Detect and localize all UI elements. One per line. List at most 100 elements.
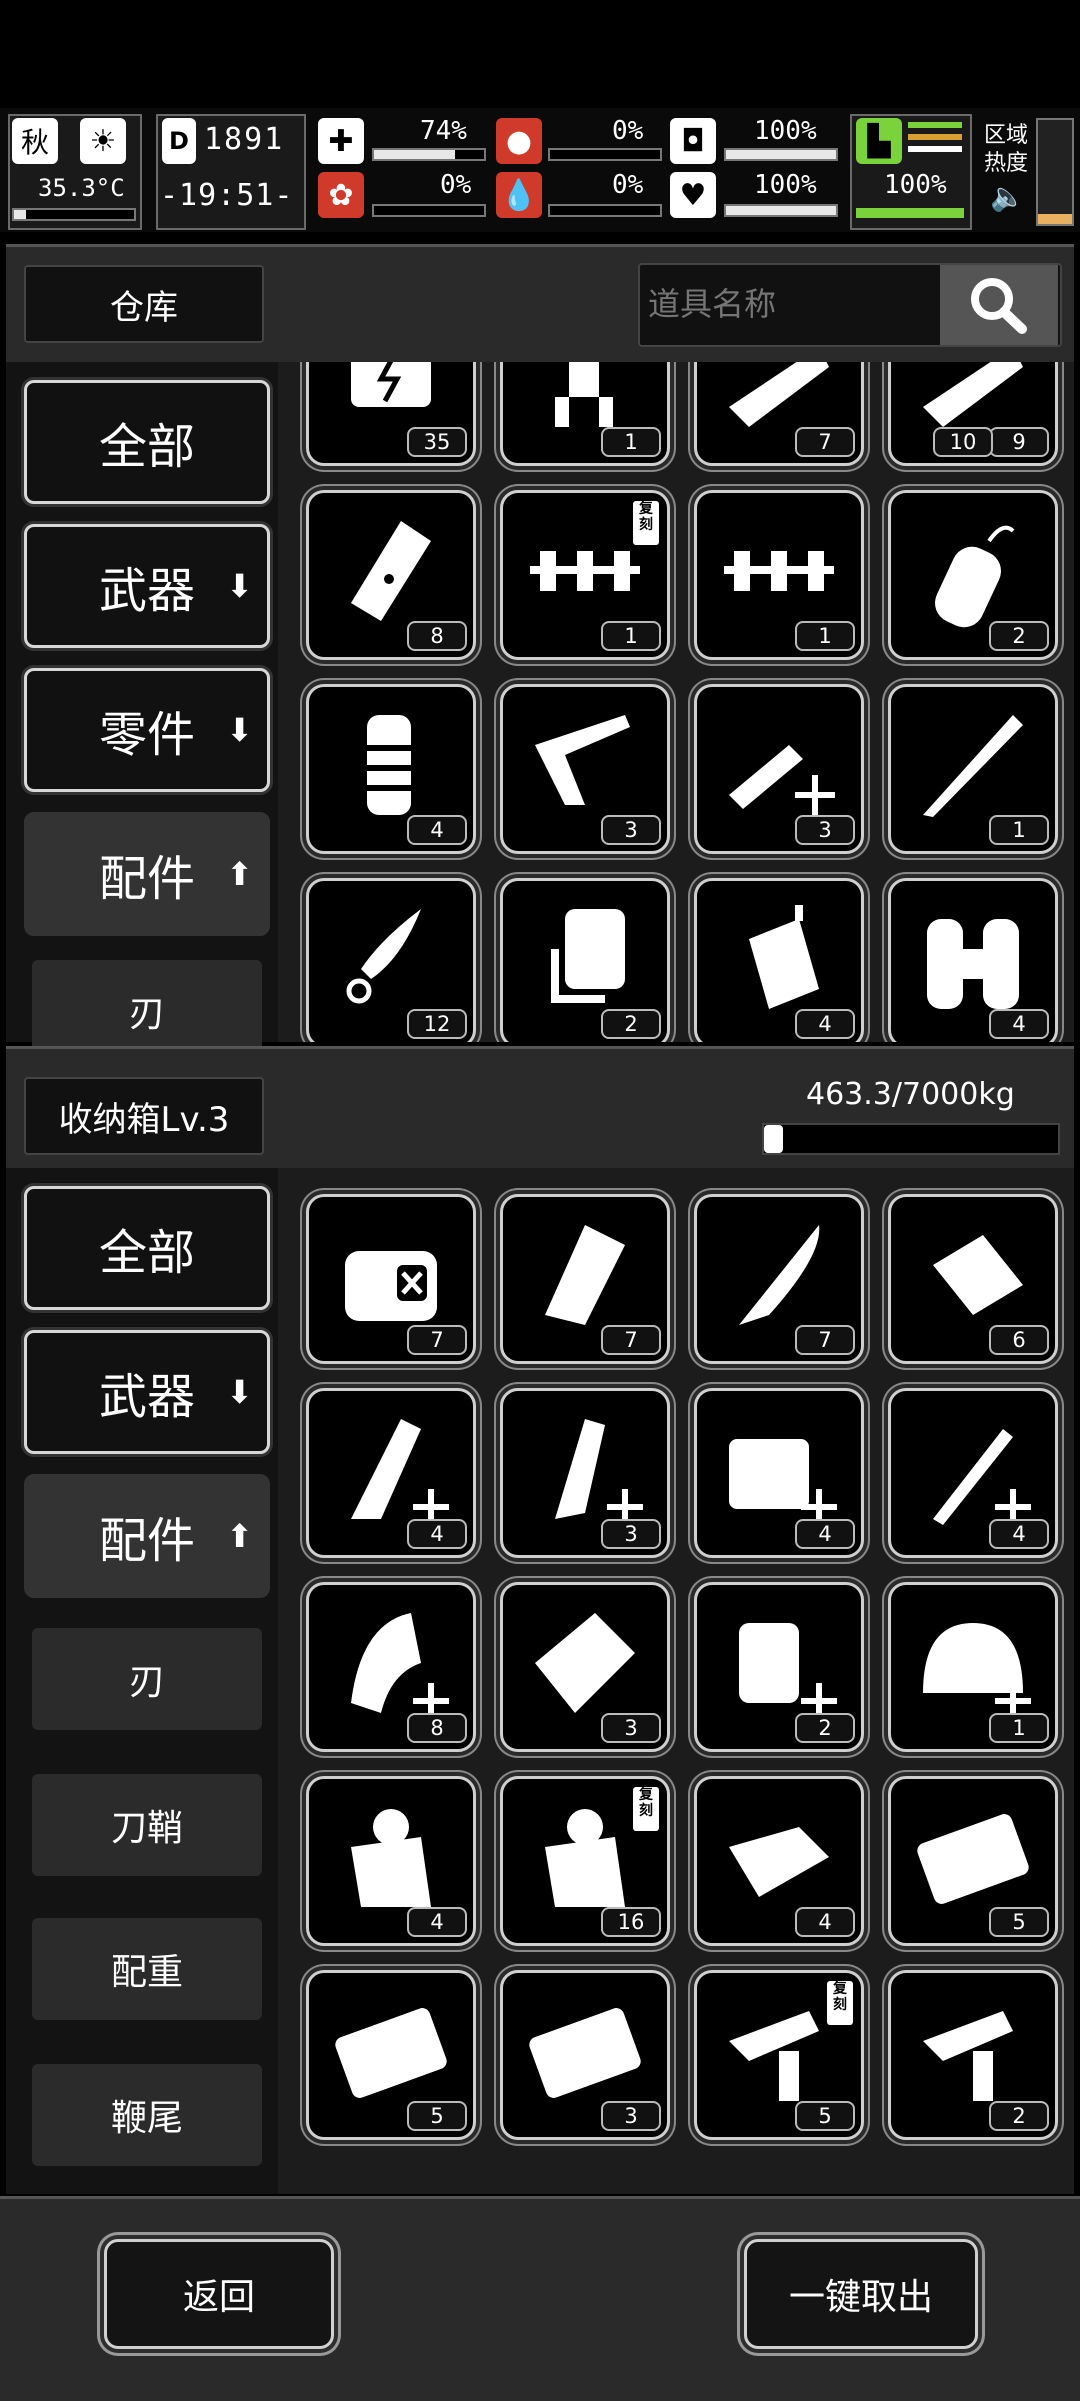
item-slot[interactable]: 7: [694, 362, 864, 466]
bullet-belt-icon: [724, 551, 834, 591]
item-count: 1: [989, 1713, 1049, 1743]
light-tube-icon: [351, 521, 431, 621]
arrow-down-icon: ⬇: [226, 711, 253, 749]
box-icon: [933, 1235, 1023, 1315]
spear-tip-icon: [346, 909, 421, 1004]
storage-sidebar: 全部 武器 ⬇ 配件 ⬆ 刃 刀鞘 配重 鞭尾: [6, 1168, 278, 2194]
item-count: 7: [601, 1325, 661, 1355]
arrow-up-icon: ⬆: [226, 1517, 253, 1555]
back-button[interactable]: 返回: [104, 2239, 334, 2349]
item-count: 7: [407, 1325, 467, 1355]
replica-badge: 复刻: [633, 1787, 659, 1831]
blade-part-icon: [729, 362, 829, 427]
item-slot[interactable]: 4: [306, 684, 476, 854]
search-bar[interactable]: [638, 263, 1062, 347]
item-slot[interactable]: 2: [500, 878, 670, 1042]
stock-icon: [535, 715, 630, 805]
subcategory-whip-tail[interactable]: 鞭尾: [32, 2064, 262, 2166]
item-slot[interactable]: 4: [694, 1388, 864, 1558]
item-slot[interactable]: 3: [500, 1388, 670, 1558]
item-count-secondary: 10: [933, 427, 993, 457]
item-slot[interactable]: 5: [306, 1970, 476, 2140]
item-slot[interactable]: 3: [500, 1582, 670, 1752]
category-parts[interactable]: 零件 ⬇: [24, 668, 270, 792]
item-count: 3: [601, 2101, 661, 2131]
sun-icon: ☀: [80, 118, 126, 164]
item-slot[interactable]: 7: [306, 1194, 476, 1364]
gun-part-icon: [923, 2011, 1013, 2101]
item-slot[interactable]: 4: [306, 1776, 476, 1946]
item-count: 9: [989, 427, 1049, 457]
search-button[interactable]: [940, 265, 1058, 345]
item-count: 2: [989, 621, 1049, 651]
long-blade-icon: [923, 715, 1023, 817]
day-counter: 1891: [204, 122, 285, 157]
item-count: 1: [795, 621, 855, 651]
item-count: 5: [989, 1907, 1049, 1937]
category-weapons[interactable]: 武器 ⬇: [24, 524, 270, 648]
item-count: 5: [795, 2101, 855, 2131]
leg-value: 100%: [884, 170, 947, 200]
item-slot[interactable]: 7: [694, 1194, 864, 1364]
heart-icon: ♥: [670, 172, 716, 218]
item-count: 4: [407, 815, 467, 845]
status-hud: 秋 ☀ 35.3°C D 1891 -19:51- ✚ 74% ● 0% ◘ 1…: [0, 108, 1080, 232]
battery-pack-icon: [351, 362, 431, 407]
item-slot[interactable]: 3: [500, 684, 670, 854]
blade-part-icon: [923, 362, 1023, 427]
medkit-icon: ✚: [318, 118, 364, 164]
mood-value: 100%: [754, 170, 817, 200]
item-slot[interactable]: 8: [306, 490, 476, 660]
item-slot[interactable]: 3: [694, 684, 864, 854]
take-all-button[interactable]: 一键取出: [744, 2239, 978, 2349]
pouch-icon: [345, 1251, 437, 1321]
search-input[interactable]: [646, 271, 940, 337]
stamina-value: 100%: [754, 116, 817, 146]
item-slot[interactable]: 5: [888, 1776, 1058, 1946]
footer-bar: 返回 一键取出: [0, 2196, 1080, 2401]
item-slot[interactable]: 1: [500, 362, 670, 466]
item-slot[interactable]: 4: [694, 878, 864, 1042]
item-slot[interactable]: 16 复刻: [500, 1776, 670, 1946]
storage-category-accessories[interactable]: 配件 ⬆: [24, 1474, 270, 1598]
sanity-value: 0%: [440, 170, 472, 200]
item-count: 4: [989, 1519, 1049, 1549]
item-slot[interactable]: 2: [888, 1970, 1058, 2140]
item-slot[interactable]: 1 复刻: [500, 490, 670, 660]
item-slot[interactable]: 4: [306, 1388, 476, 1558]
category-accessories[interactable]: 配件 ⬆: [24, 812, 270, 936]
storage-header: 收纳箱Lv.3 463.3/7000kg: [6, 1046, 1074, 1171]
item-slot[interactable]: 1: [888, 1582, 1058, 1752]
subcategory-sheath[interactable]: 刀鞘: [32, 1774, 262, 1876]
item-slot[interactable]: 7: [500, 1194, 670, 1364]
item-slot[interactable]: 35: [306, 362, 476, 466]
item-slot[interactable]: 4: [888, 1388, 1058, 1558]
item-slot[interactable]: 2: [888, 490, 1058, 660]
item-slot[interactable]: 6: [888, 1194, 1058, 1364]
item-slot[interactable]: 5 复刻: [694, 1970, 864, 2140]
item-slot[interactable]: 8: [306, 1582, 476, 1752]
season-icon: 秋: [12, 118, 58, 164]
storage-category-all[interactable]: 全部: [24, 1186, 270, 1310]
case-upgrade-icon: [729, 1439, 837, 1525]
item-slot[interactable]: 12: [306, 878, 476, 1042]
item-slot[interactable]: 9 10: [888, 362, 1058, 466]
warehouse-grid: 35 1 7 9 10 8 1 复刻 1 2 4 3 3 1 12 2 4 4: [278, 362, 1074, 1042]
item-count: 4: [407, 1519, 467, 1549]
item-slot[interactable]: 4: [694, 1776, 864, 1946]
item-slot[interactable]: 3: [500, 1970, 670, 2140]
canister-icon: [749, 905, 819, 1009]
subcategory-blade[interactable]: 刃: [32, 1628, 262, 1730]
card-icon: [917, 1814, 1029, 1904]
category-all[interactable]: 全部: [24, 380, 270, 504]
item-slot[interactable]: 4: [888, 878, 1058, 1042]
subcategory-counterweight[interactable]: 配重: [32, 1918, 262, 2020]
item-slot[interactable]: 1: [888, 684, 1058, 854]
item-slot[interactable]: 2: [694, 1582, 864, 1752]
storage-category-weapons[interactable]: 武器 ⬇: [24, 1330, 270, 1454]
item-count: 3: [795, 815, 855, 845]
volume-icon[interactable]: 🔈: [990, 180, 1025, 213]
item-count: 2: [601, 1009, 661, 1039]
item-slot[interactable]: 1: [694, 490, 864, 660]
item-count: 1: [989, 815, 1049, 845]
